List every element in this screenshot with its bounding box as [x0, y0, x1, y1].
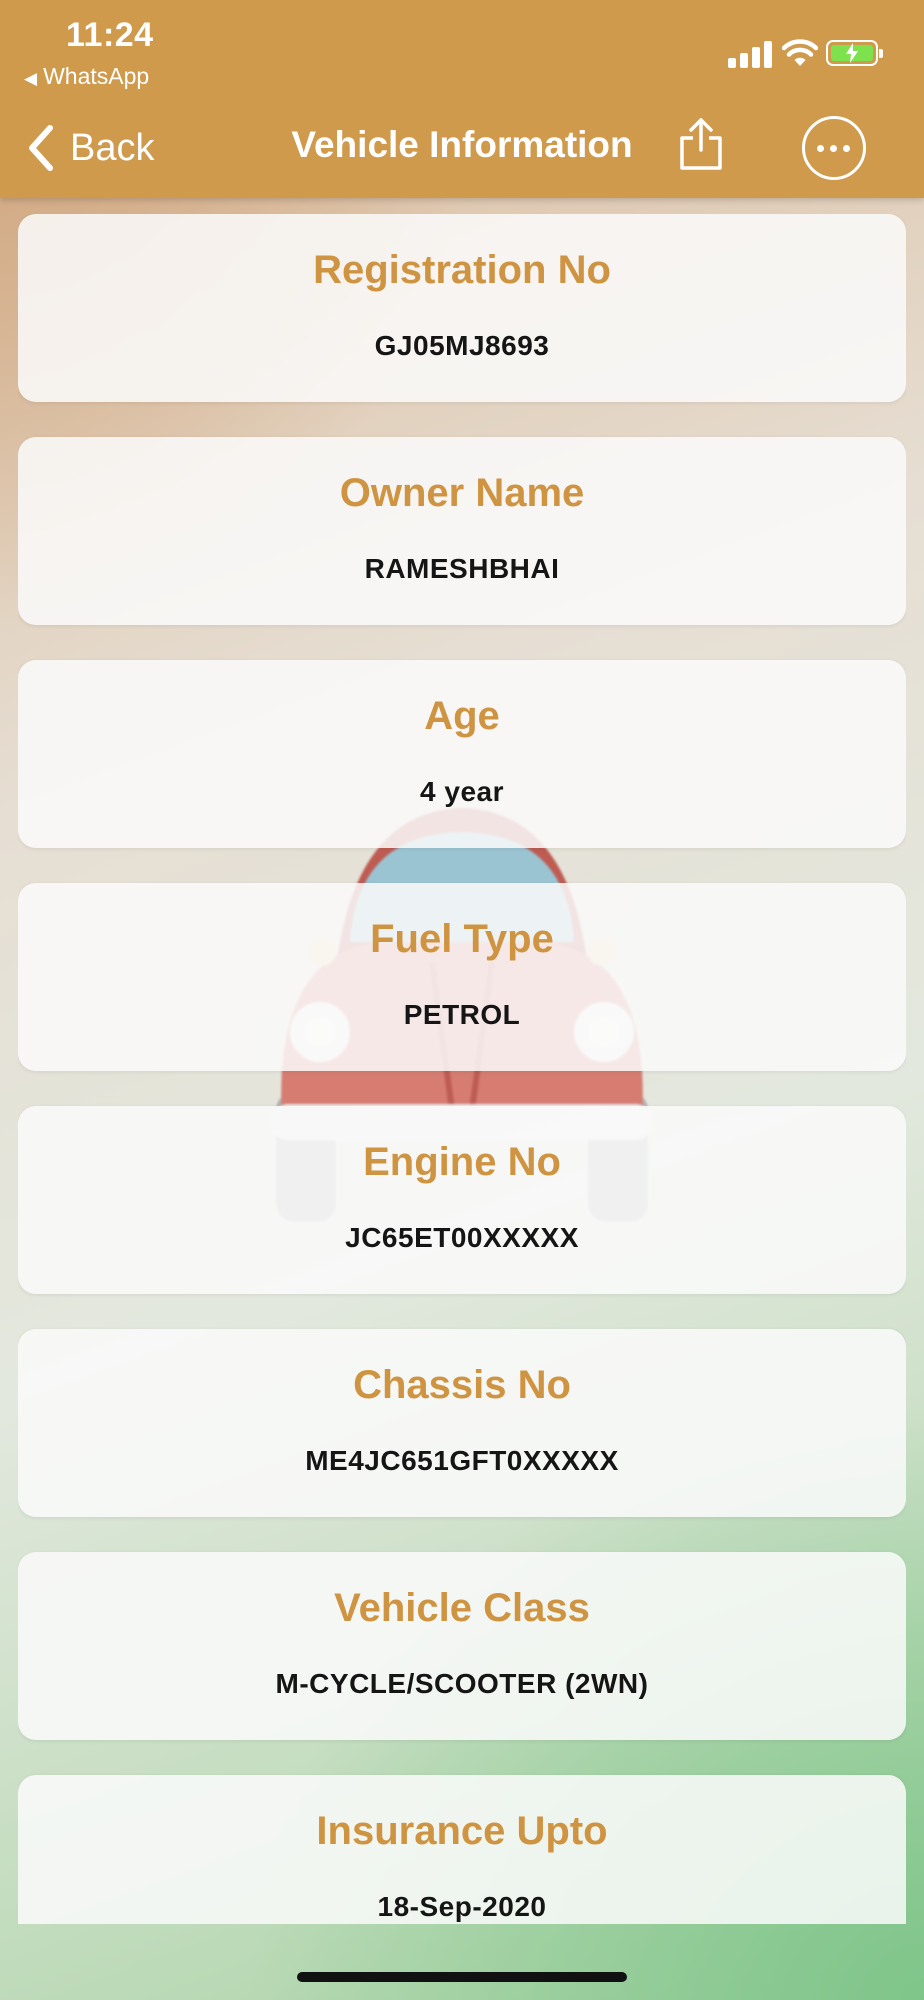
- card-vehicle-class: Vehicle Class M-CYCLE/SCOOTER (2WN): [18, 1552, 906, 1740]
- card-value: 18-Sep-2020: [377, 1891, 547, 1922]
- card-value: PETROL: [403, 999, 521, 1030]
- navigation-header: 11:24 ◀ WhatsApp Back Vehicle Information: [0, 0, 924, 198]
- back-triangle-icon: ◀: [24, 69, 38, 88]
- share-icon[interactable]: [678, 116, 724, 172]
- status-time: 11:24: [66, 16, 154, 54]
- card-label: Registration No: [313, 248, 611, 292]
- card-label: Owner Name: [339, 471, 585, 515]
- card-registration-no: Registration No GJ05MJ8693: [18, 214, 906, 402]
- card-insurance-upto: Insurance Upto 18-Sep-2020: [18, 1775, 906, 1924]
- card-label: Fuel Type: [370, 917, 554, 961]
- card-owner-name: Owner Name RAMESHBHAI: [18, 437, 906, 625]
- card-value: ME4JC651GFT0XXXXX: [305, 1445, 619, 1476]
- status-back-app-label: WhatsApp: [43, 63, 150, 89]
- card-engine-no: Engine No JC65ET00XXXXX: [18, 1106, 906, 1294]
- card-label: Insurance Upto: [316, 1809, 608, 1853]
- more-icon[interactable]: [802, 116, 866, 180]
- card-label: Engine No: [363, 1140, 561, 1184]
- status-back-to-app[interactable]: ◀ WhatsApp: [24, 63, 149, 90]
- vehicle-info-list[interactable]: Registration No GJ05MJ8693 Owner Name RA…: [18, 214, 906, 1924]
- card-label: Chassis No: [353, 1363, 571, 1407]
- card-value: GJ05MJ8693: [374, 330, 550, 361]
- page-title: Vehicle Information: [291, 124, 633, 165]
- card-age: Age 4 year: [18, 660, 906, 848]
- battery-icon: [826, 40, 883, 66]
- wifi-icon: [782, 39, 818, 66]
- card-value: JC65ET00XXXXX: [345, 1222, 579, 1253]
- cellular-signal-icon: [728, 40, 772, 68]
- card-chassis-no: Chassis No ME4JC651GFT0XXXXX: [18, 1329, 906, 1517]
- card-value: RAMESHBHAI: [364, 553, 560, 584]
- card-label: Vehicle Class: [334, 1586, 590, 1630]
- card-value: M-CYCLE/SCOOTER (2WN): [275, 1668, 649, 1699]
- card-fuel-type: Fuel Type PETROL: [18, 883, 906, 1071]
- card-label: Age: [424, 694, 500, 738]
- card-value: 4 year: [420, 776, 504, 807]
- home-indicator[interactable]: [297, 1972, 627, 1982]
